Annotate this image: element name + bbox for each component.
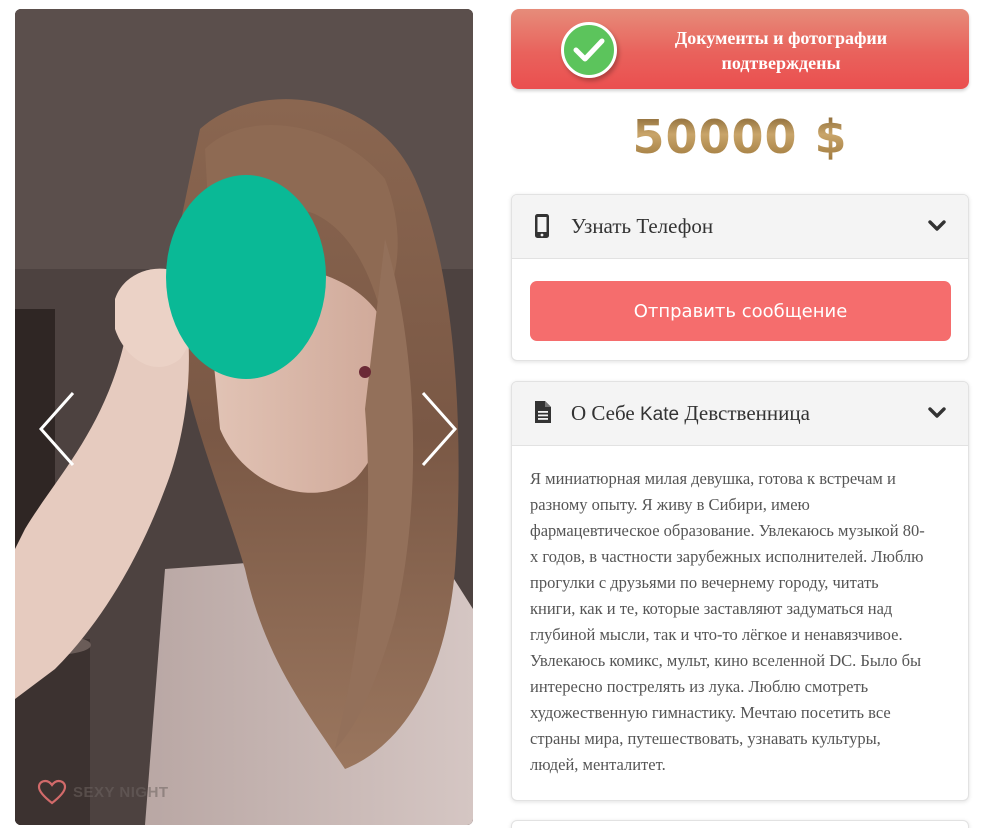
about-title-suffix: Девственница — [684, 401, 810, 425]
chevron-left-icon[interactable] — [37, 389, 81, 469]
chevron-right-icon[interactable] — [415, 389, 459, 469]
about-line: фармацевтическое образование. Увлекаюсь … — [530, 521, 925, 540]
about-line: книги, как и те, которые заставляют заду… — [530, 599, 893, 618]
about-line: интересно пострелять из лука. Люблю смот… — [530, 677, 869, 696]
check-circle-icon — [561, 22, 617, 78]
phone-card-header[interactable]: Узнать Телефон — [512, 195, 968, 259]
about-line: Я миниатюрная милая девушка, готова к вс… — [530, 469, 896, 488]
about-line: страны мира, путешествовать, узнавать ку… — [530, 729, 881, 748]
document-icon — [535, 401, 551, 423]
about-card-header[interactable]: О Себе Kate Девственница — [512, 382, 968, 446]
about-line: х годов, в частности зарубежных исполнит… — [530, 547, 924, 566]
send-message-button[interactable]: Отправить сообщение — [530, 281, 951, 341]
verified-banner: Документы и фотографии подтверждены — [511, 9, 969, 89]
profile-photo — [15, 9, 473, 825]
phone-card-title: Узнать Телефон — [571, 214, 714, 238]
about-card: О Себе Kate Девственница Я миниатюрная м… — [511, 381, 969, 801]
about-text: Я миниатюрная милая девушка, готова к вс… — [530, 466, 955, 778]
about-line: художественную гимнастику. Мечтаю посети… — [530, 703, 891, 722]
verified-text: Документы и фотографии подтверждены — [631, 26, 931, 76]
heart-icon — [37, 779, 67, 805]
chevron-down-icon[interactable] — [928, 219, 946, 233]
watermark-text: SEXY NIGHT — [73, 783, 169, 801]
chevron-down-icon[interactable] — [928, 406, 946, 420]
verified-line-2: подтверждены — [721, 53, 841, 73]
photo-gallery[interactable]: SEXY NIGHT — [15, 9, 473, 825]
about-line: прогулки с друзьями по вечернему городу,… — [530, 573, 879, 592]
about-card-title: О Себе Kate Девственница — [571, 401, 810, 426]
about-line: Увлекаюсь комикс, мульт, кино вселенной … — [530, 651, 922, 670]
about-line: разному опыту. Я живу в Сибири, имею — [530, 495, 810, 514]
profile-name: Kate — [639, 404, 680, 425]
about-title-prefix: О Себе — [571, 401, 635, 425]
phone-icon — [535, 214, 549, 238]
verified-line-1: Документы и фотографии — [674, 28, 888, 48]
price: 50000 $ — [511, 110, 969, 164]
about-line: людей, менталитет. — [530, 755, 666, 774]
next-card — [511, 820, 969, 828]
watermark: SEXY NIGHT — [37, 779, 169, 805]
phone-card: Узнать Телефон Отправить сообщение — [511, 194, 969, 361]
about-line: глубиной мысли, так и что-то лёгкое и не… — [530, 625, 903, 644]
